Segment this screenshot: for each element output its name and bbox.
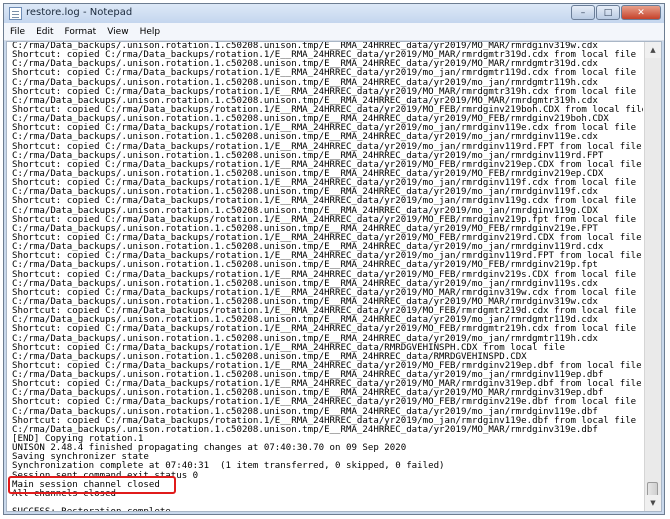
notepad-app-icon[interactable]: [9, 7, 22, 20]
menu-format[interactable]: Format: [65, 27, 97, 37]
success-line: SUCCESS: Restoration complete: [12, 508, 643, 511]
scroll-down-arrow-icon[interactable]: ▼: [645, 495, 661, 511]
window-title: restore.log - Notepad: [26, 7, 133, 18]
menu-bar: File Edit Format View Help: [4, 23, 664, 41]
vertical-scrollbar[interactable]: ▲ ▼: [644, 42, 661, 511]
title-bar[interactable]: restore.log - Notepad – □ ✕: [4, 4, 664, 23]
minimize-button[interactable]: –: [571, 5, 595, 20]
text-editor[interactable]: C:/rma/Data_backups/.unison.rotation.1.c…: [6, 41, 662, 512]
maximize-button[interactable]: □: [596, 5, 620, 20]
scroll-up-arrow-icon[interactable]: ▲: [645, 42, 661, 58]
log-text-area[interactable]: C:/rma/Data_backups/.unison.rotation.1.c…: [12, 42, 643, 511]
success-highlight-box: [8, 476, 176, 494]
window-controls: – □ ✕: [570, 5, 661, 21]
close-button[interactable]: ✕: [621, 5, 661, 20]
menu-view[interactable]: View: [107, 27, 128, 37]
notepad-window: restore.log - Notepad – □ ✕ File Edit Fo…: [3, 3, 665, 515]
menu-file[interactable]: File: [10, 27, 25, 37]
menu-edit[interactable]: Edit: [36, 27, 53, 37]
menu-help[interactable]: Help: [140, 27, 161, 37]
